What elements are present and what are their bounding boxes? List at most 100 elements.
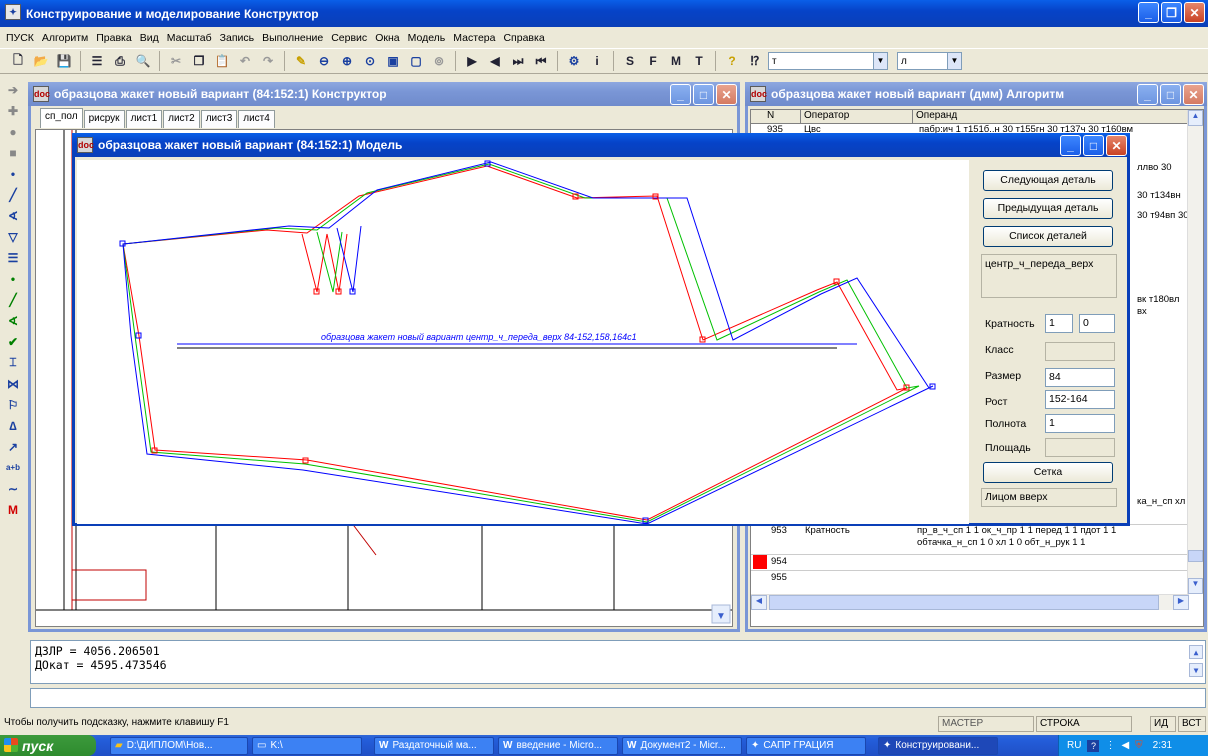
skip-back-icon[interactable]: ⏮ bbox=[531, 51, 551, 71]
context-help-icon[interactable]: ⁉ bbox=[745, 51, 765, 71]
tab-list2[interactable]: лист2 bbox=[163, 110, 200, 128]
zoom-prev-icon[interactable]: ⊚ bbox=[429, 51, 449, 71]
minimize-icon[interactable]: _ bbox=[1137, 84, 1158, 105]
info-icon[interactable]: i bbox=[587, 51, 607, 71]
face-up-field[interactable]: Лицом вверх bbox=[981, 488, 1117, 507]
close-icon[interactable]: ✕ bbox=[1184, 2, 1205, 23]
task-word-3[interactable]: W Документ2 - Micr... bbox=[622, 736, 742, 755]
skip-forward-icon[interactable]: ⏭ bbox=[508, 51, 528, 71]
minimize-icon[interactable]: _ bbox=[1138, 2, 1159, 23]
task-konstruirovanie[interactable]: ✦ Конструировани... bbox=[878, 736, 998, 755]
restore-icon[interactable]: ❐ bbox=[1161, 2, 1182, 23]
zoom-in-icon[interactable]: ⊕ bbox=[337, 51, 357, 71]
redo-icon[interactable]: ↷ bbox=[258, 51, 278, 71]
spline-icon[interactable]: ∼ bbox=[4, 479, 22, 498]
save-icon[interactable]: 💾 bbox=[54, 51, 74, 71]
task-drive-k[interactable]: ▭ K:\ bbox=[252, 736, 362, 755]
close-icon[interactable]: ✕ bbox=[1106, 135, 1127, 156]
network-icon[interactable]: ⋮ bbox=[1105, 740, 1115, 751]
scroll-down-button[interactable]: ▼ bbox=[1188, 578, 1203, 594]
maximize-icon[interactable]: □ bbox=[1083, 135, 1104, 156]
zoom-all-icon[interactable]: ▢ bbox=[406, 51, 426, 71]
stack-icon[interactable]: ☰ bbox=[4, 248, 22, 267]
menu-item-pusk[interactable]: ПУСК bbox=[6, 32, 34, 44]
close-icon[interactable]: ✕ bbox=[716, 84, 737, 105]
play-back-icon[interactable]: ◀ bbox=[485, 51, 505, 71]
angle-icon[interactable]: ∢ bbox=[4, 206, 22, 225]
cross-measure-icon[interactable]: ⋈ bbox=[4, 374, 22, 393]
maximize-icon[interactable]: □ bbox=[1160, 84, 1181, 105]
paste-icon[interactable]: 📋 bbox=[212, 51, 232, 71]
menu-item-scale[interactable]: Масштаб bbox=[167, 32, 212, 44]
detail-list-button[interactable]: Список деталей bbox=[983, 226, 1113, 247]
arrow-right-icon[interactable]: ➔ bbox=[4, 80, 22, 99]
maximize-icon[interactable]: □ bbox=[693, 84, 714, 105]
play-forward-icon[interactable]: ▶ bbox=[462, 51, 482, 71]
kratnost-field-1[interactable]: 1 bbox=[1045, 314, 1073, 333]
help-tray-icon[interactable]: ? bbox=[1087, 739, 1100, 752]
vertical-scrollbar[interactable]: ▲ ▼ bbox=[1187, 110, 1203, 594]
rost-field[interactable]: 152-164 bbox=[1045, 390, 1115, 409]
task-folder[interactable]: ▰ D:\ДИПЛОМ\Нов... bbox=[110, 736, 248, 755]
zoom-out-icon[interactable]: ⊖ bbox=[314, 51, 334, 71]
align-icon[interactable]: ☰ bbox=[87, 51, 107, 71]
chevron-down-icon[interactable]: ▼ bbox=[873, 53, 887, 69]
undo-icon[interactable]: ↶ bbox=[235, 51, 255, 71]
grid-button[interactable]: Сетка bbox=[983, 462, 1113, 483]
razmer-field[interactable]: 84 bbox=[1045, 368, 1115, 387]
kratnost-field-2[interactable]: 0 bbox=[1079, 314, 1115, 333]
close-icon[interactable]: ✕ bbox=[1183, 84, 1204, 105]
menu-item-model[interactable]: Модель bbox=[408, 32, 446, 44]
next-detail-button[interactable]: Следующая деталь bbox=[983, 170, 1113, 191]
tab-sp-pol[interactable]: сп_пол bbox=[40, 108, 83, 128]
model-canvas[interactable]: образцова жакет новый вариант центр_ч_пе… bbox=[77, 160, 969, 525]
check-icon[interactable]: ✔ bbox=[4, 332, 22, 351]
menu-item-masters[interactable]: Мастера bbox=[453, 32, 495, 44]
output-scroll-up-icon[interactable]: ▲ bbox=[1189, 645, 1203, 659]
task-sapr[interactable]: ✦ САПР ГРАЦИЯ bbox=[746, 736, 866, 755]
t-button[interactable]: T bbox=[689, 51, 709, 71]
output-scroll-down-icon[interactable]: ▼ bbox=[1189, 663, 1203, 677]
task-word-2[interactable]: W введение - Micro... bbox=[498, 736, 618, 755]
prev-detail-button[interactable]: Предыдущая деталь bbox=[983, 198, 1113, 219]
scroll-right-button[interactable]: ▶ bbox=[1173, 595, 1189, 610]
zoom-icon[interactable]: ⊙ bbox=[360, 51, 380, 71]
new-file-icon[interactable]: 🗋 bbox=[8, 51, 28, 71]
horizontal-scrollbar[interactable]: ◀ ▶ bbox=[751, 594, 1189, 610]
tab-list3[interactable]: лист3 bbox=[200, 110, 238, 128]
compass-icon[interactable]: ∆ bbox=[4, 416, 22, 435]
green-angle-icon[interactable]: ∢ bbox=[4, 311, 22, 330]
print-icon[interactable]: ⎙ bbox=[110, 51, 130, 71]
task-word-1[interactable]: W Раздаточный ма... bbox=[374, 736, 494, 755]
tab-risruk[interactable]: рисрук bbox=[83, 110, 125, 128]
start-button[interactable]: пуск bbox=[0, 735, 96, 756]
settings-icon[interactable]: ⚙ bbox=[564, 51, 584, 71]
m-button[interactable]: M bbox=[666, 51, 686, 71]
menu-item-windows[interactable]: Окна bbox=[375, 32, 399, 44]
zoom-window-icon[interactable]: ▣ bbox=[383, 51, 403, 71]
scroll-up-button[interactable]: ▲ bbox=[1188, 110, 1203, 126]
security-icon[interactable]: ⛨ bbox=[1135, 740, 1143, 751]
minimize-icon[interactable]: _ bbox=[1060, 135, 1081, 156]
combo-l[interactable]: л ▼ bbox=[897, 52, 962, 70]
dot-icon[interactable]: ● bbox=[4, 122, 22, 141]
square-icon[interactable]: ■ bbox=[4, 143, 22, 162]
trapezoid-icon[interactable]: ▽ bbox=[4, 227, 22, 246]
command-input[interactable] bbox=[30, 688, 1206, 708]
print-preview-icon[interactable]: 🔍 bbox=[133, 51, 153, 71]
menu-item-edit[interactable]: Правка bbox=[96, 32, 131, 44]
copy-icon[interactable]: ❐ bbox=[189, 51, 209, 71]
menu-item-run[interactable]: Выполнение bbox=[262, 32, 323, 44]
menu-item-help[interactable]: Справка bbox=[503, 32, 544, 44]
green-point-icon[interactable]: • bbox=[4, 269, 22, 288]
scroll-left-button[interactable]: ◀ bbox=[751, 595, 767, 610]
minimize-icon[interactable]: _ bbox=[670, 84, 691, 105]
polnota-field[interactable]: 1 bbox=[1045, 414, 1115, 433]
combo-t[interactable]: т ▼ bbox=[768, 52, 888, 70]
flag-icon[interactable]: ⚐ bbox=[4, 395, 22, 414]
menu-item-record[interactable]: Запись bbox=[220, 32, 254, 44]
s-button[interactable]: S bbox=[620, 51, 640, 71]
chevron-down-icon[interactable]: ▼ bbox=[947, 53, 961, 69]
m-tool-icon[interactable]: M bbox=[4, 500, 22, 519]
menu-item-algorithm[interactable]: Алгоритм bbox=[42, 32, 88, 44]
